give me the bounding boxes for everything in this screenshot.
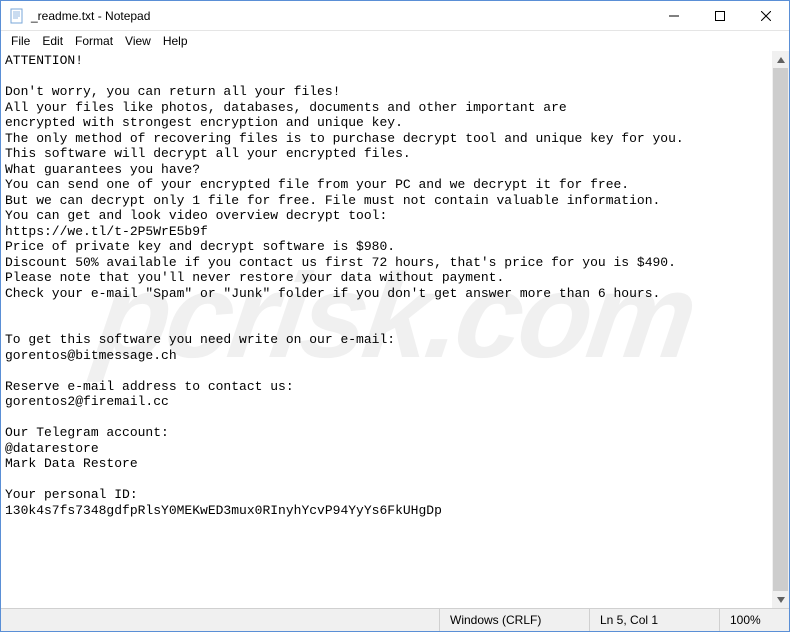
status-zoom: 100% <box>719 609 789 631</box>
text-editor-area[interactable]: ATTENTION! Don't worry, you can return a… <box>1 51 789 608</box>
scroll-up-button[interactable] <box>772 51 789 68</box>
minimize-button[interactable] <box>651 1 697 30</box>
menu-view[interactable]: View <box>119 33 157 49</box>
menu-format[interactable]: Format <box>69 33 119 49</box>
status-cursor-position: Ln 5, Col 1 <box>589 609 719 631</box>
maximize-button[interactable] <box>697 1 743 30</box>
menu-file[interactable]: File <box>5 33 36 49</box>
vertical-scrollbar[interactable] <box>772 51 789 608</box>
window-controls <box>651 1 789 30</box>
statusbar: Windows (CRLF) Ln 5, Col 1 100% <box>1 608 789 631</box>
window-title: _readme.txt - Notepad <box>31 9 651 23</box>
titlebar: _readme.txt - Notepad <box>1 1 789 31</box>
status-spacer <box>1 609 439 631</box>
menu-help[interactable]: Help <box>157 33 194 49</box>
scroll-thumb[interactable] <box>773 68 788 591</box>
menubar: File Edit Format View Help <box>1 31 789 51</box>
notepad-window: _readme.txt - Notepad File Edit Format V… <box>0 0 790 632</box>
scroll-down-button[interactable] <box>772 591 789 608</box>
close-button[interactable] <box>743 1 789 30</box>
notepad-icon <box>9 8 25 24</box>
menu-edit[interactable]: Edit <box>36 33 69 49</box>
status-encoding: Windows (CRLF) <box>439 609 589 631</box>
scroll-track[interactable] <box>772 68 789 591</box>
